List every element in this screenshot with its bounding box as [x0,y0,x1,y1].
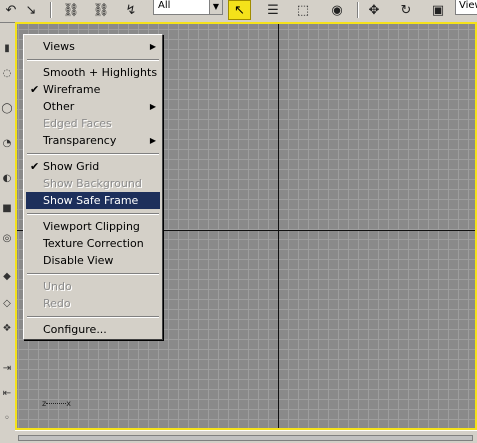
checkmark-icon: ✔ [30,83,40,96]
menu-item-show-background: Show Background [26,175,160,192]
lock-icon[interactable]: ■ [1,203,13,215]
left-command-strip: ▮ ◌ ◯ ◔ ◐ ■ ◎ ◆ ◇ ❖ ⇥ ⇤ ◦ [0,23,16,442]
menu-item-show-safe-frame[interactable]: Show Safe Frame [26,192,160,209]
tool-icon[interactable]: ◌ [1,68,13,80]
grid-axis-vertical [278,24,279,428]
menu-item-disable-view[interactable]: Disable View [26,252,160,269]
menu-item-viewport-clipping[interactable]: Viewport Clipping [26,218,160,235]
reference-coordinate-value: View [459,0,477,11]
menu-item-label: Views [43,40,75,53]
menu-item-label: Viewport Clipping [43,220,140,233]
axis-tripod-line [46,403,67,404]
menu-item-label: Other [43,100,75,113]
menu-item-label: Show Safe Frame [43,194,139,207]
link-icon[interactable]: ⛓ [60,0,82,20]
unlink-icon[interactable]: ⛓ [90,0,112,20]
tool-icon[interactable]: ◦ [1,413,13,425]
bind-spacewarp-icon[interactable]: ↯ [120,0,142,20]
tool-icon[interactable]: ◇ [1,298,13,310]
menu-item-label: Wireframe [43,83,101,96]
tool-icon[interactable]: ⇤ [1,388,13,400]
menu-item-smooth-highlights[interactable]: Smooth + Highlights [26,64,160,81]
tool-icon[interactable]: ⇥ [1,363,13,375]
submenu-arrow-icon: ▶ [149,102,156,111]
tool-icon[interactable]: ◔ [1,138,13,150]
menu-item-other[interactable]: Other ▶ [26,98,160,115]
menu-item-redo: Redo [26,295,160,312]
menu-item-label: Undo [43,280,72,293]
rotate-icon[interactable]: ↻ [395,0,417,20]
select-object-icon[interactable]: ↖ [228,0,251,20]
undo-icon[interactable]: ↶ [0,0,22,20]
bottom-bar [15,430,477,443]
menu-separator [27,316,159,318]
menu-item-label: Disable View [43,254,114,267]
menu-item-label: Show Background [43,177,142,190]
menu-item-show-grid[interactable]: ✔ Show Grid [26,158,160,175]
tool-icon[interactable]: ❖ [1,323,13,335]
toolbar-separator [50,2,52,18]
menu-item-label: Smooth + Highlights [43,66,158,79]
menu-item-label: Edged Faces [43,117,112,130]
window-crossing-icon[interactable]: ◉ [326,0,348,20]
checkmark-icon: ✔ [30,160,40,173]
menu-item-undo: Undo [26,278,160,295]
menu-item-label: Redo [43,297,71,310]
menu-separator [27,213,159,215]
select-arrow-icon[interactable]: ↘ [20,0,42,20]
menu-item-label: Show Grid [43,160,100,173]
axis-tripod-label-x: x [66,399,71,408]
selection-filter-dropdown[interactable]: All ▼ [153,0,223,15]
menu-item-configure[interactable]: Configure... [26,321,160,338]
menu-item-edged-faces: Edged Faces [26,115,160,132]
menu-separator [27,59,159,61]
menu-item-label: Transparency [43,134,117,147]
chevron-down-icon[interactable]: ▼ [209,0,222,14]
select-by-name-icon[interactable]: ☰ [262,0,284,20]
menu-separator [27,273,159,275]
menu-item-transparency[interactable]: Transparency ▶ [26,132,160,149]
time-slider-track[interactable] [18,435,473,441]
reference-coordinate-dropdown[interactable]: View [455,0,477,15]
tool-icon[interactable]: ◯ [1,103,13,115]
scale-icon[interactable]: ▣ [427,0,449,20]
submenu-arrow-icon: ▶ [149,136,156,145]
menu-item-wireframe[interactable]: ✔ Wireframe [26,81,160,98]
submenu-arrow-icon: ▶ [149,42,156,51]
toolbar-separator [357,2,359,18]
menu-item-label: Configure... [43,323,107,336]
menu-separator [27,153,159,155]
menu-item-views[interactable]: Views ▶ [26,38,160,55]
rectangular-selection-icon[interactable]: ⬚ [292,0,314,20]
move-icon[interactable]: ✥ [363,0,385,20]
menu-item-texture-correction[interactable]: Texture Correction [26,235,160,252]
tool-icon[interactable]: ▮ [1,43,13,55]
selection-filter-value: All [158,0,171,11]
tool-icon[interactable]: ◐ [1,173,13,185]
tool-icon[interactable]: ◎ [1,233,13,245]
tool-icon[interactable]: ◆ [1,271,13,283]
viewport-context-menu: Views ▶ Smooth + Highlights ✔ Wireframe … [23,34,163,340]
axis-tripod: zx [42,399,71,408]
menu-item-label: Texture Correction [43,237,144,250]
main-toolbar: ↶ ↘ ⛓ ⛓ ↯ All ▼ ↖ ☰ ⬚ ◉ ✥ ↻ ▣ View [0,0,477,23]
